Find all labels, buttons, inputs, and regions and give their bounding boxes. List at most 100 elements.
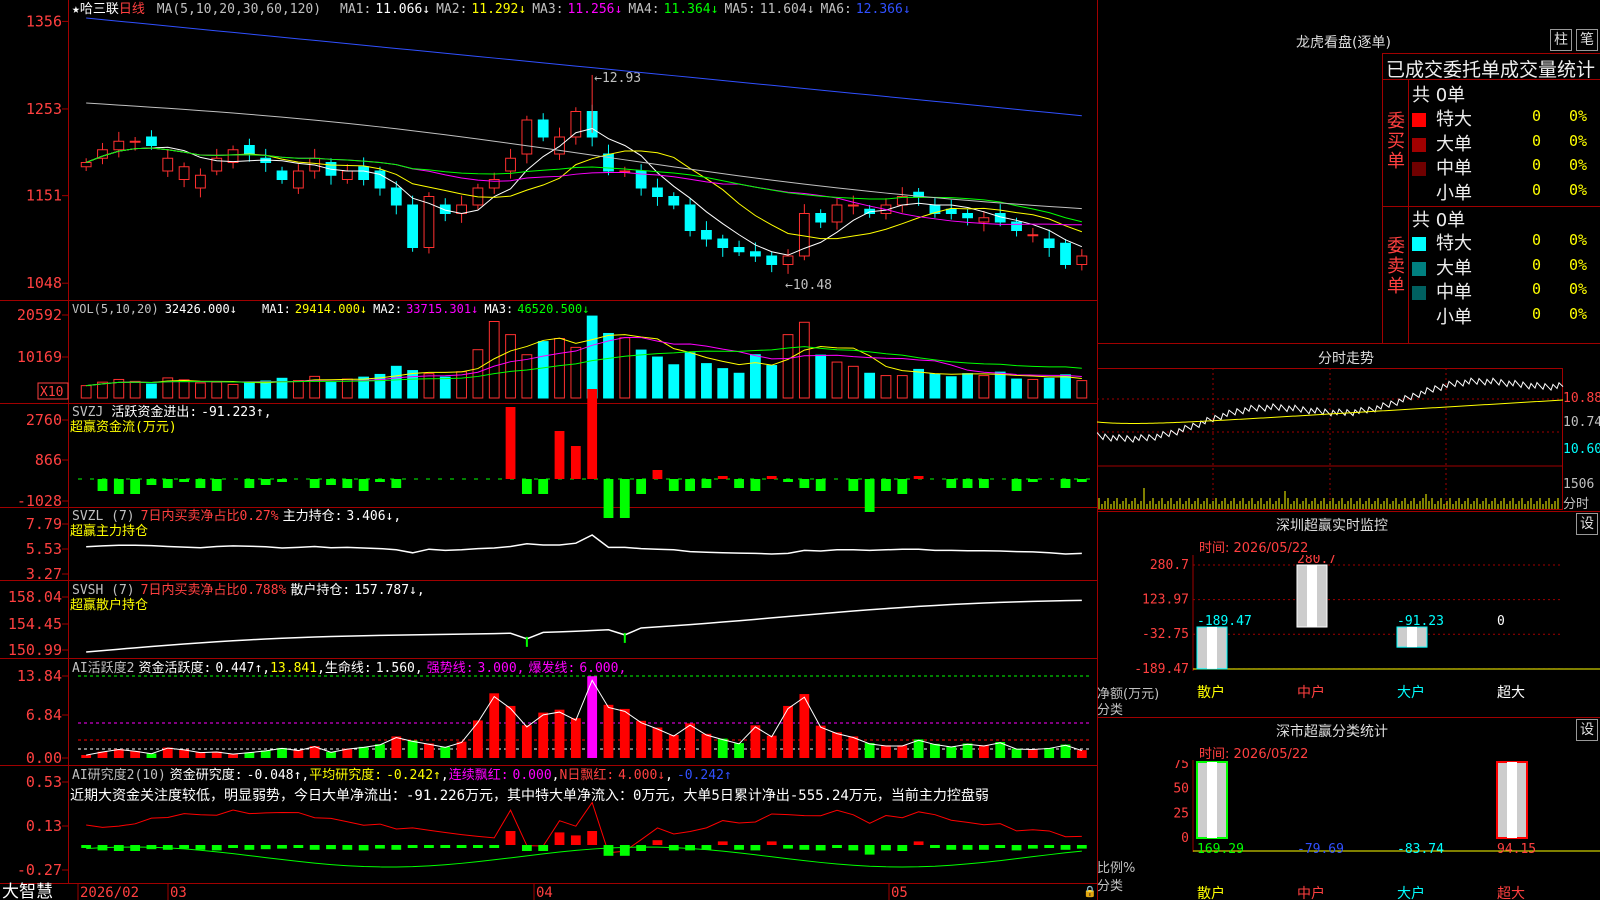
intraday-price-high: 10.88 <box>1563 391 1600 406</box>
bar-mode-button[interactable]: 柱 <box>1550 29 1572 51</box>
order-type: 小单 <box>1436 306 1472 328</box>
order-row-中单: 中单 0 0% <box>1412 154 1587 180</box>
svzj-bar <box>162 479 173 488</box>
ai2-bar <box>195 845 206 850</box>
ai1-tick: 13.84 <box>17 667 62 685</box>
monitor-time: 时间: 2026/05/22 <box>1199 541 1309 556</box>
ai2-bar <box>81 845 92 848</box>
volume-bar <box>717 368 729 399</box>
volume-bar <box>619 337 631 399</box>
monitor-value: 280.7 <box>1297 555 1336 567</box>
ai2-bar <box>342 845 353 850</box>
monitor-value: -189.47 <box>1197 614 1252 629</box>
vol-ma-values: MA1: 29414.000↓ MA2: 33715.301↓ MA3: 46520.50… <box>262 302 589 316</box>
svzj-bar <box>587 389 598 479</box>
ai2-bar <box>897 845 908 851</box>
svzj-bar <box>505 407 516 479</box>
ai1-bar <box>570 718 581 758</box>
svzj-bar <box>342 479 353 488</box>
ai1-bar <box>717 738 728 758</box>
svzj-bar <box>946 479 957 488</box>
order-row-特大: 特大 0 0% <box>1412 229 1587 255</box>
volume-bar <box>80 385 92 399</box>
volume-bar <box>292 380 304 399</box>
class-value: 94.15 <box>1497 842 1536 857</box>
volume-bar <box>1027 378 1039 399</box>
monitor-settings-button[interactable]: 设 <box>1576 513 1598 535</box>
ai1-bar <box>864 743 875 758</box>
class-category: 散户 <box>1197 885 1225 900</box>
svzj-bar <box>358 479 369 491</box>
ai1-bar <box>897 745 908 758</box>
tick-mode-button[interactable]: 笔 <box>1576 29 1598 51</box>
ai2-bar <box>407 845 418 848</box>
candle-body <box>276 170 288 180</box>
candlestick-series: ←12.93 ←10.48 <box>80 71 1088 293</box>
candle-body <box>407 204 419 248</box>
volume-bar <box>603 332 614 399</box>
candle-body <box>815 213 827 223</box>
candle-body <box>701 230 712 240</box>
intraday-chart[interactable] <box>1097 368 1600 511</box>
class-category: 中户 <box>1297 885 1325 900</box>
volume-bar <box>652 356 663 399</box>
svzj-subtitle: 超赢资金流(万元) <box>70 419 177 435</box>
volume-bar <box>586 315 598 399</box>
class-settings-button[interactable]: 设 <box>1576 719 1598 741</box>
candle-body <box>227 149 239 163</box>
y-axis-labels: 1356 1253 1151 1048 20592 10169 2760 866 -1028 7.… <box>8 12 69 879</box>
ma-line-1 <box>85 127 1083 256</box>
svsh-tick: 158.04 <box>8 588 62 606</box>
lock-icon[interactable]: 🔒 <box>1083 885 1097 898</box>
monitor-value: -91.23 <box>1397 614 1444 629</box>
ai2-bar <box>97 845 108 851</box>
ai2-bar <box>946 845 957 850</box>
ai2-bar <box>815 845 826 851</box>
candle-body <box>733 247 745 253</box>
candle-body <box>439 204 451 214</box>
volume-bar <box>260 380 272 399</box>
volume-bar <box>880 375 892 399</box>
candle-body <box>945 208 957 214</box>
class-value: -79.69 <box>1297 842 1344 857</box>
svzj-bar <box>685 479 695 491</box>
candle-body <box>162 157 174 172</box>
ai2-tick: 0.53 <box>26 773 62 791</box>
svzj-bar <box>668 479 679 491</box>
vol-tick: 20592 <box>17 306 62 324</box>
ai1-bar <box>668 734 679 758</box>
svzj-bar <box>570 446 581 479</box>
order-count: 0 <box>1532 156 1542 174</box>
ai1-bar <box>1011 748 1022 758</box>
candle-body <box>652 187 663 197</box>
candle-body <box>423 196 435 248</box>
order-type: 小单 <box>1436 182 1472 204</box>
class-ytick: 50 <box>1173 782 1189 797</box>
volume-bar <box>341 378 353 399</box>
ai2-comment: 近期大资金关注度较低，明显弱势，今日大单净流出：-91.226万元，其中特大单净… <box>70 787 989 804</box>
candle-body <box>831 204 843 223</box>
class-bar <box>1496 761 1528 839</box>
svzl-tick: 3.27 <box>26 565 62 583</box>
volume-bar <box>178 379 190 399</box>
volume-bar <box>129 380 141 399</box>
ai2-bar <box>1076 845 1087 849</box>
class-category: 大户 <box>1397 885 1425 900</box>
order-count: 0 <box>1532 180 1542 199</box>
svsh-subtitle: 超赢散户持仓 <box>70 597 148 613</box>
candle-body <box>80 162 92 168</box>
stat-title: 已成交委托单成交量统计 <box>1386 59 1596 81</box>
order-type: 特大 <box>1436 233 1472 254</box>
candle-body <box>766 255 778 265</box>
ai1-bar <box>619 708 630 758</box>
svzj-bar <box>815 479 826 491</box>
svzj-bar <box>619 479 630 518</box>
class-bar <box>1196 761 1228 839</box>
order-row-大单: 大单 0 0% <box>1412 254 1587 280</box>
monitor-bar <box>1196 626 1228 670</box>
intraday-title: 分时走势 <box>1318 351 1374 367</box>
volume-bar <box>243 382 255 399</box>
ai2-bar <box>668 845 679 851</box>
volume-bar <box>488 321 500 399</box>
right-panel: 龙虎看盘(逐单) 柱 笔 已成交委托单成交量统计 委买单 委卖单 共 0单 共 … <box>1097 0 1600 900</box>
